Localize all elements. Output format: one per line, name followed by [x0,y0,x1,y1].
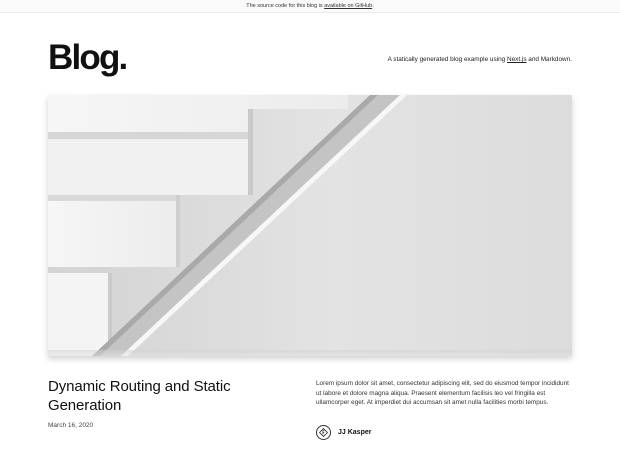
jj-kasper-avatar-icon [316,424,331,440]
tagline-prefix: A statically generated blog example usin… [387,56,506,63]
hero-cover-image[interactable] [48,95,572,356]
github-link[interactable]: available on GitHub [324,3,372,9]
nextjs-link[interactable]: Next.js [507,56,527,63]
post-title[interactable]: Dynamic Routing and Static Generation [48,377,288,415]
blog-logo[interactable]: Blog. [48,38,128,78]
post-excerpt: Lorem ipsum dolor sit amet, consectetur … [316,380,569,407]
post-date: March 16, 2020 [48,422,94,429]
blog-tagline: A statically generated blog example usin… [388,55,572,65]
banner-text: The source code for this blog is [246,3,323,9]
author-name: JJ Kasper [338,428,372,436]
tagline-suffix: and Markdown. [528,56,572,63]
author-byline: JJ Kasper [316,424,371,440]
staircase-photo-icon [48,95,572,356]
source-code-banner: The source code for this blog is availab… [0,0,620,13]
banner-suffix: . [372,3,374,9]
